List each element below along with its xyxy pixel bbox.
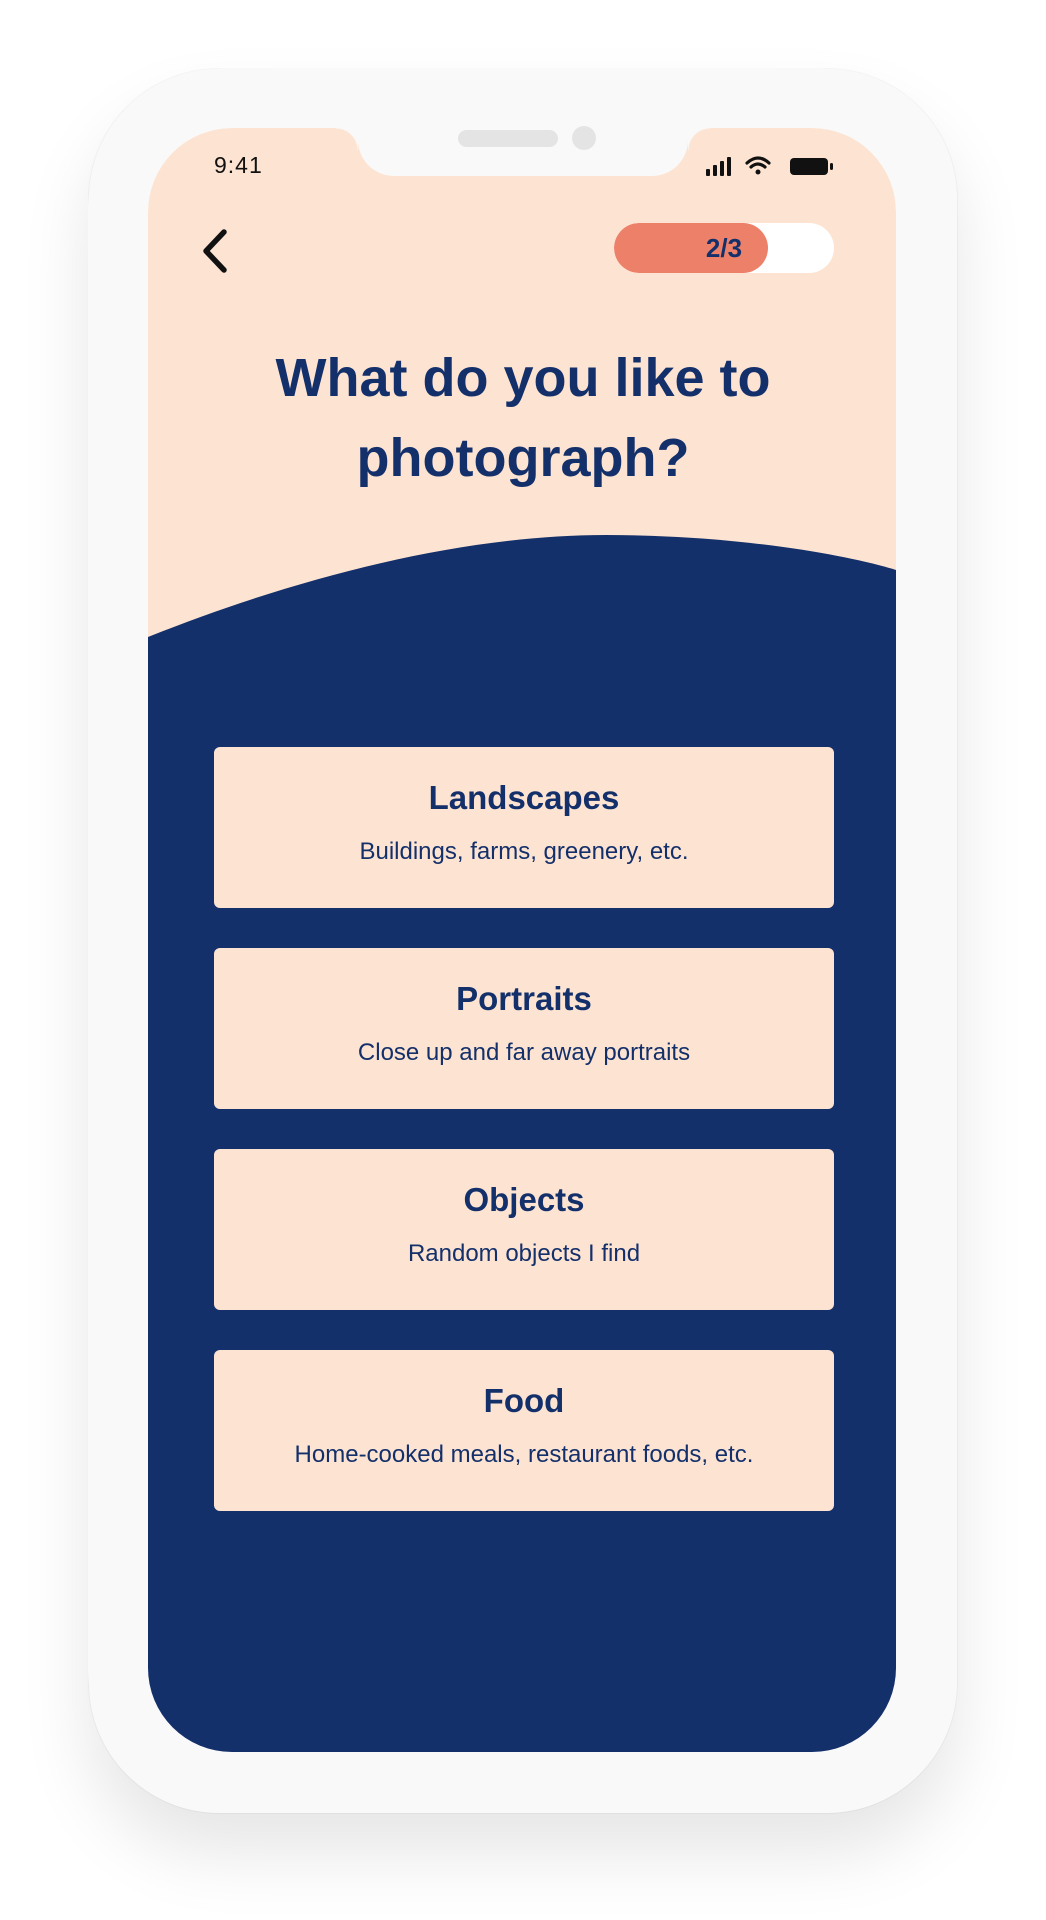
- speaker-grille: [458, 130, 558, 147]
- device-mockup: 9:41 2/3 What do you like to photograph?…: [0, 0, 1046, 1920]
- page-title: What do you like to photograph?: [275, 348, 771, 488]
- option-title: Food: [483, 1382, 565, 1419]
- option-card-portraits[interactable]: Portraits Close up and far away portrait…: [214, 948, 834, 1109]
- progress-label: 2/3: [705, 233, 743, 263]
- option-subtitle: Buildings, farms, greenery, etc.: [359, 838, 689, 865]
- option-subtitle: Random objects I find: [407, 1240, 641, 1267]
- option-title: Objects: [463, 1181, 585, 1218]
- option-subtitle: Close up and far away portraits: [357, 1039, 691, 1066]
- status-time: 9:41: [214, 152, 263, 178]
- option-card-objects[interactable]: Objects Random objects I find: [214, 1149, 834, 1310]
- option-list: Landscapes Buildings, farms, greenery, e…: [214, 747, 834, 1551]
- option-title: Portraits: [456, 980, 592, 1017]
- cellular-signal-icon: [706, 157, 731, 176]
- battery-icon: [790, 158, 833, 175]
- status-icons: [706, 156, 833, 176]
- option-card-food[interactable]: Food Home-cooked meals, restaurant foods…: [214, 1350, 834, 1511]
- front-camera: [572, 126, 596, 150]
- wifi-icon: [745, 156, 771, 175]
- option-card-landscapes[interactable]: Landscapes Buildings, farms, greenery, e…: [214, 747, 834, 908]
- back-button[interactable]: [196, 226, 236, 276]
- option-subtitle: Home-cooked meals, restaurant foods, etc…: [294, 1441, 754, 1468]
- chevron-left-icon: [203, 229, 227, 273]
- option-title: Landscapes: [428, 779, 620, 816]
